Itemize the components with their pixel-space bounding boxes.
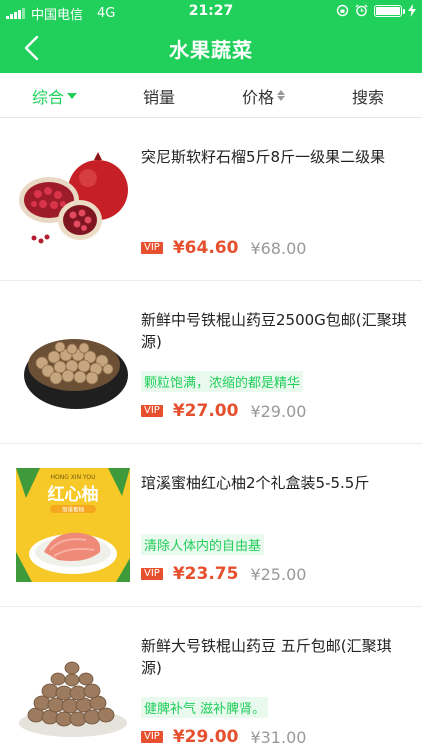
- sort-tab-price[interactable]: 价格: [242, 73, 286, 118]
- sort-tab-label: 销量: [143, 87, 176, 107]
- image-caption-sub: 琯溪蜜柚: [62, 506, 85, 514]
- battery-icon: [374, 4, 405, 17]
- price-row: VIP ¥27.00 ¥29.00: [141, 401, 306, 421]
- sort-tab-label: 价格: [242, 87, 275, 107]
- sort-tab-sales[interactable]: 销量: [143, 73, 175, 118]
- yam-beans-bowl-image: [24, 339, 128, 409]
- alarm-icon: [355, 4, 368, 17]
- yam-beans-pile-image: [19, 661, 127, 737]
- product-name: 新鲜大号铁棍山药豆 五斤包邮(汇聚琪源): [141, 637, 392, 677]
- product-name: 突尼斯软籽石榴5斤8斤一级果二级果: [141, 148, 386, 166]
- vip-badge: VIP: [141, 242, 163, 254]
- sort-tab-label: 综合: [32, 87, 65, 107]
- pomegranate-image: [19, 152, 128, 244]
- product-tagline: 颗粒饱满，浓缩的都是精华: [141, 371, 304, 392]
- status-bar: 中国电信 4G 21:27: [0, 0, 422, 24]
- product-item[interactable]: 新鲜大号铁棍山药豆 五斤包邮(汇聚琪源) 健脾补气 滋补脾肾。 VIP ¥29.…: [0, 607, 422, 750]
- product-item[interactable]: HONG XIN YOU 红心柚 琯溪蜜柚 琯溪蜜柚红心柚2个礼盒装5-5.5斤…: [0, 444, 422, 607]
- original-price: ¥29.00: [250, 401, 307, 421]
- original-price: ¥31.00: [250, 727, 307, 747]
- vip-price: ¥64.60: [172, 238, 239, 258]
- red-pomelo-image: HONG XIN YOU 红心柚 琯溪蜜柚: [16, 468, 130, 582]
- image-caption-top: HONG XIN YOU: [50, 474, 95, 481]
- vip-badge: VIP: [141, 731, 163, 743]
- image-caption-title: 红心柚: [48, 484, 99, 505]
- sort-tab-comprehensive[interactable]: 综合: [32, 73, 78, 118]
- sort-bar: 综合 销量 价格 搜索: [0, 73, 422, 118]
- price-row: VIP ¥23.75 ¥25.00: [141, 564, 306, 584]
- product-item[interactable]: 新鲜中号铁棍山药豆2500G包邮(汇聚琪源) 颗粒饱满，浓缩的都是精华 VIP …: [0, 281, 422, 444]
- page-title: 水果蔬菜: [169, 38, 253, 62]
- product-name: 新鲜中号铁棍山药豆2500G包邮(汇聚琪源): [141, 311, 407, 351]
- vip-badge: VIP: [141, 568, 163, 580]
- rotation-lock-icon: [336, 4, 349, 17]
- sort-tab-label: 搜索: [352, 87, 385, 107]
- charging-icon: [408, 4, 416, 17]
- vip-price: ¥29.00: [172, 727, 239, 747]
- product-item[interactable]: 突尼斯软籽石榴5斤8斤一级果二级果 VIP ¥64.60 ¥68.00: [0, 118, 422, 281]
- original-price: ¥25.00: [250, 564, 307, 584]
- product-tagline: 清除人体内的自由基: [141, 534, 265, 555]
- caret-down-icon: [67, 92, 78, 99]
- app-header: 中国电信 4G 21:27 水果蔬菜: [0, 0, 422, 73]
- product-tagline: 健脾补气 滋补脾肾。: [141, 697, 269, 718]
- product-name: 琯溪蜜柚红心柚2个礼盒装5-5.5斤: [141, 474, 370, 492]
- sort-tab-search[interactable]: 搜索: [352, 73, 384, 118]
- vip-price: ¥23.75: [172, 564, 239, 584]
- vip-badge: VIP: [141, 405, 163, 417]
- price-row: VIP ¥29.00 ¥31.00: [141, 727, 306, 747]
- vip-price: ¥27.00: [172, 401, 239, 421]
- original-price: ¥68.00: [250, 238, 307, 258]
- price-row: VIP ¥64.60 ¥68.00: [141, 238, 306, 258]
- sort-arrows-icon: [277, 90, 286, 101]
